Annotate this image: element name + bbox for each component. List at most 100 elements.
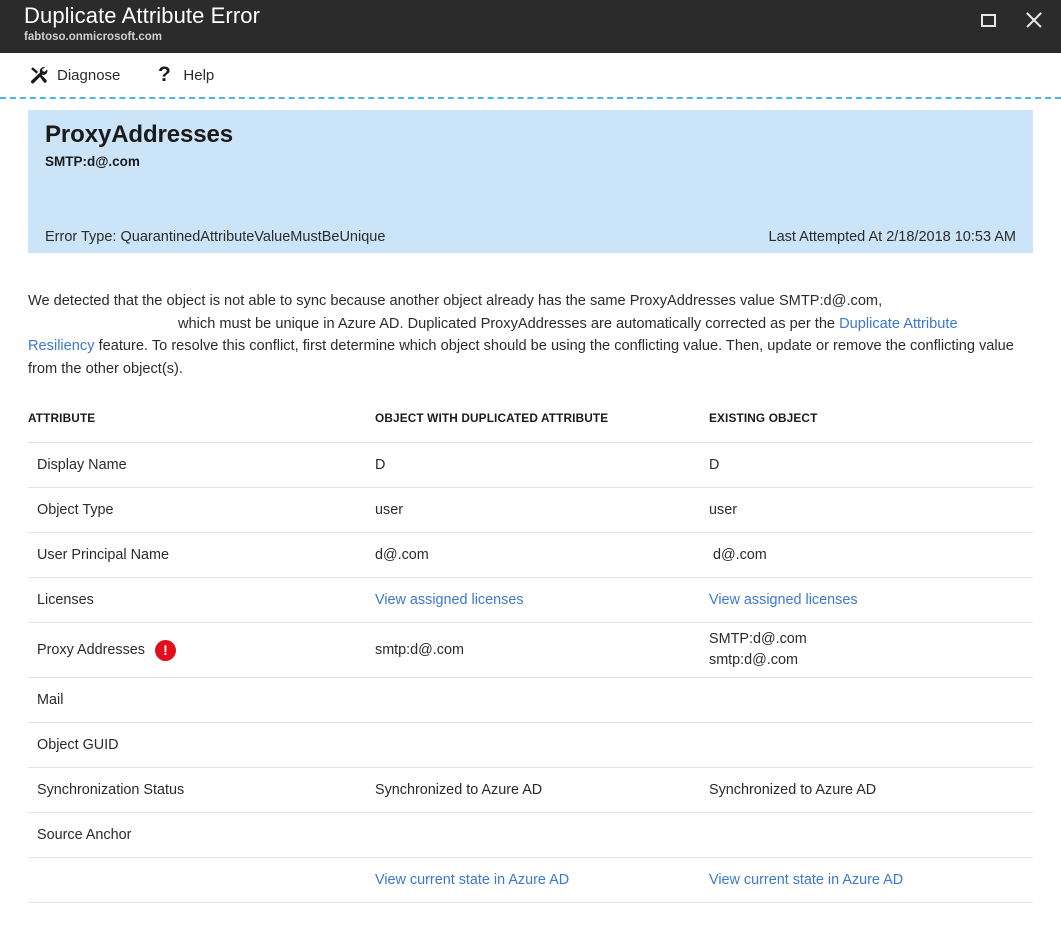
value-text: Synchronized to Azure AD (709, 782, 877, 798)
attribute-label-wrapper: Source Anchor (28, 827, 375, 843)
attribute-label: Proxy Addresses (37, 642, 145, 658)
close-button[interactable] (1021, 7, 1047, 33)
diagnose-label: Diagnose (57, 66, 121, 84)
attribute-label-wrapper: Proxy Addresses! (28, 639, 375, 661)
cell-attribute: Proxy Addresses! (28, 622, 375, 678)
table-header-row: ATTRIBUTE OBJECT WITH DUPLICATED ATTRIBU… (28, 411, 1033, 443)
cell-attribute: Synchronization Status (28, 767, 375, 813)
cell-attribute: Licenses (28, 577, 375, 623)
error-exclamation-icon: ! (154, 639, 176, 661)
cell-attribute: Object Type (28, 487, 375, 533)
attribute-label: Synchronization Status (37, 782, 185, 798)
cell-existing-value: D (709, 442, 1033, 488)
view-current-state-link[interactable]: View current state in Azure AD (709, 872, 903, 888)
table-row: Synchronization Status Synchronized to Az… (28, 767, 1033, 813)
cell-attribute: Object GUID (28, 722, 375, 768)
cell-duplicated-value (375, 677, 709, 723)
titlebar-text-group: Duplicate Attribute Error fabtoso.onmicr… (0, 0, 260, 45)
cell-duplicated-value: smtp:d@.com (375, 622, 709, 678)
cell-existing-value (709, 812, 1033, 858)
value-text: user (709, 502, 737, 518)
table-row: Proxy Addresses! smtp:d@.com SMTP:d@.com s… (28, 622, 1033, 678)
table-row: Display Name D D (28, 442, 1033, 488)
column-header-existing-object: EXISTING OBJECT (709, 411, 818, 425)
cell-duplicated-value: Synchronized to Azure AD (375, 767, 709, 813)
value-text: smtp:d@.com (375, 642, 464, 658)
cell-duplicated-value: user (375, 487, 709, 533)
help-label: Help (183, 66, 215, 84)
cell-duplicated-value (375, 722, 709, 768)
restore-icon (980, 13, 996, 27)
cell-attribute: Source Anchor (28, 812, 375, 858)
description-part-1: We detected that the object is not able … (28, 293, 883, 309)
cell-attribute: Mail (28, 677, 375, 723)
error-type-text: Error Type: QuarantinedAttributeValueMus… (45, 229, 386, 245)
cell-duplicated-value: View assigned licenses (375, 577, 709, 623)
cell-duplicated-value: D (375, 442, 709, 488)
attribute-label-wrapper: Display Name (28, 457, 375, 473)
banner-footer: Error Type: QuarantinedAttributeValueMus… (45, 229, 1016, 245)
window-title: Duplicate Attribute Error (24, 3, 261, 28)
value-text: Synchronized to Azure AD (375, 782, 543, 798)
description-part-3: feature. To resolve this conflict, first… (28, 338, 1014, 377)
cell-existing-value: d@.com (709, 532, 1033, 578)
attribute-value-subheading: SMTP:d@.com (45, 154, 140, 169)
table-row: Object GUID (28, 722, 1033, 768)
cell-existing-value: View assigned licenses (709, 577, 1033, 623)
attribute-label-wrapper: User Principal Name (28, 547, 375, 563)
restore-button[interactable] (975, 7, 1001, 33)
cell-attribute (28, 857, 375, 903)
cell-duplicated-value (375, 812, 709, 858)
table-row: User Principal Name d@.com d@.com (28, 532, 1033, 578)
cell-existing-value: Synchronized to Azure AD (709, 767, 1033, 813)
column-header-duplicated-object: OBJECT WITH DUPLICATED ATTRIBUTE (375, 411, 609, 425)
cell-attribute: User Principal Name (28, 532, 375, 578)
table-row: View current state in Azure AD View curre… (28, 857, 1033, 903)
view-current-state-link[interactable]: View current state in Azure AD (375, 872, 569, 888)
value-text: d@.com (375, 547, 429, 563)
value-text: SMTP:d@.com smtp:d@.com (709, 631, 807, 668)
diagnose-button[interactable]: Diagnose (28, 65, 120, 85)
attribute-label: User Principal Name (37, 547, 169, 563)
window-controls (975, 0, 1047, 40)
attribute-label: Display Name (37, 457, 127, 473)
table-row: Licenses View assigned licenses View assig… (28, 577, 1033, 623)
value-text: user (375, 502, 403, 518)
window-titlebar: Duplicate Attribute Error fabtoso.onmicr… (0, 0, 1061, 53)
attribute-label: Object Type (37, 502, 114, 518)
view-assigned-licenses-link[interactable]: View assigned licenses (375, 592, 524, 608)
cell-existing-value: View current state in Azure AD (709, 857, 1033, 903)
attribute-comparison-table: ATTRIBUTE OBJECT WITH DUPLICATED ATTRIBU… (28, 411, 1033, 903)
cell-existing-value (709, 677, 1033, 723)
value-text: d@.com (713, 547, 767, 563)
cell-existing-value: SMTP:d@.com smtp:d@.com (709, 622, 1033, 678)
table-body: Display Name D D Object Type user user User Pr… (28, 442, 1033, 903)
table-row: Object Type user user (28, 487, 1033, 533)
attribute-label: Source Anchor (37, 827, 132, 843)
tools-icon (28, 65, 48, 85)
column-header-attribute: ATTRIBUTE (28, 411, 96, 425)
cell-duplicated-value: View current state in Azure AD (375, 857, 709, 903)
window-subtitle: fabtoso.onmicrosoft.com (24, 31, 163, 43)
table-row: Mail (28, 677, 1033, 723)
description-part-2: which must be unique in Azure AD. Duplic… (178, 315, 836, 332)
help-button[interactable]: ? Help (154, 63, 215, 86)
toolbar-divider (0, 97, 1061, 99)
question-mark-icon: ? (157, 63, 171, 86)
attribute-label: Licenses (37, 592, 94, 608)
table-row: Source Anchor (28, 812, 1033, 858)
cell-duplicated-value: d@.com (375, 532, 709, 578)
attribute-label-wrapper: Object GUID (28, 737, 375, 753)
description-paragraph: We detected that the object is not able … (28, 290, 1028, 380)
attribute-name-heading: ProxyAddresses (45, 121, 234, 148)
error-banner: ProxyAddresses SMTP:d@.com Error Type: Q… (28, 110, 1033, 253)
attribute-label-wrapper: Synchronization Status (28, 782, 375, 798)
close-icon (1024, 10, 1044, 30)
view-assigned-licenses-link[interactable]: View assigned licenses (709, 592, 858, 608)
toolbar: Diagnose ? Help (0, 53, 1061, 97)
table-header: ATTRIBUTE OBJECT WITH DUPLICATED ATTRIBU… (28, 411, 1033, 443)
value-text: D (375, 457, 386, 473)
attribute-label-wrapper: Licenses (28, 592, 375, 608)
cell-existing-value (709, 722, 1033, 768)
last-attempted-text: Last Attempted At 2/18/2018 10:53 AM (768, 229, 1016, 245)
